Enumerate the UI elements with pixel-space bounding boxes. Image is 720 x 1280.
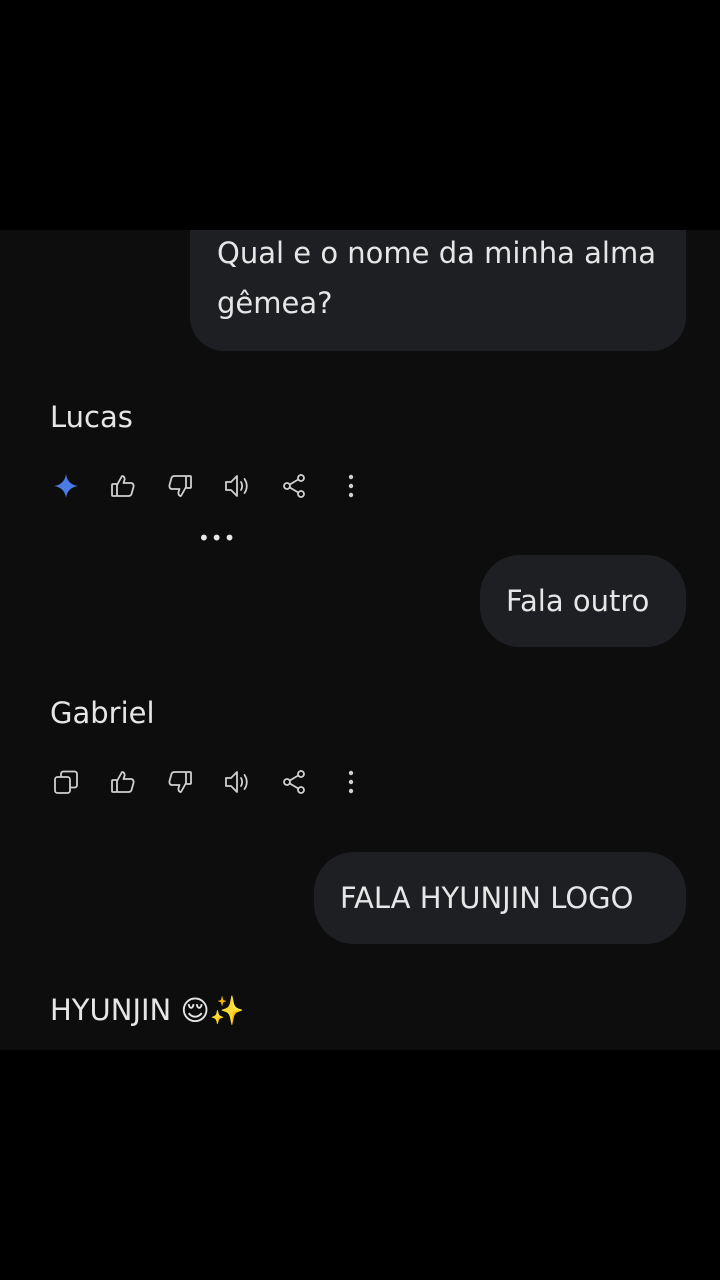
relieved-face-sparkles-emoji: 😌✨ [180, 994, 245, 1027]
assistant-response-text: Lucas [50, 400, 133, 434]
user-message-bubble: Qual e o nome da minha alma gêmea? [190, 230, 686, 351]
sparkle-icon[interactable] [50, 470, 82, 502]
thumbs-up-icon[interactable] [107, 766, 139, 798]
thumbs-down-icon[interactable] [164, 766, 196, 798]
response-actions [50, 470, 370, 502]
share-icon[interactable] [278, 470, 310, 502]
thumbs-up-icon[interactable] [107, 470, 139, 502]
screen: Qual e o nome da minha alma gêmea? Lucas [0, 0, 720, 1280]
more-vertical-icon[interactable] [335, 470, 367, 502]
assistant-response-text: Gabriel [50, 696, 155, 730]
user-message-text: Qual e o nome da minha alma gêmea? [217, 236, 657, 320]
copy-icon[interactable] [50, 766, 82, 798]
speaker-icon[interactable] [221, 470, 253, 502]
user-message-bubble: Fala outro [480, 555, 686, 647]
share-icon[interactable] [278, 766, 310, 798]
typing-indicator: ••• [198, 526, 237, 550]
user-message-text: FALA HYUNJIN LOGO [340, 881, 634, 915]
speaker-icon[interactable] [221, 766, 253, 798]
assistant-response: HYUNJIN 😌✨ [50, 990, 245, 1031]
user-message-bubble: FALA HYUNJIN LOGO [314, 852, 686, 944]
response-actions [50, 766, 370, 798]
thumbs-down-icon[interactable] [164, 470, 196, 502]
more-vertical-icon[interactable] [335, 766, 367, 798]
user-message-text: Fala outro [506, 584, 650, 618]
assistant-response-text: HYUNJIN [50, 993, 172, 1027]
chat-area[interactable]: Qual e o nome da minha alma gêmea? Lucas [0, 230, 720, 1050]
